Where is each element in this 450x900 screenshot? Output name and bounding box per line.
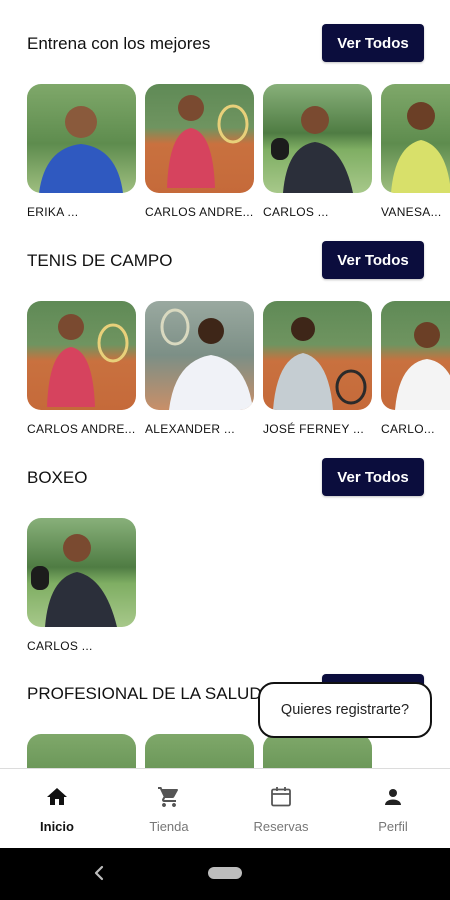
section-title: BOXEO [27,468,88,487]
nav-label: Reservas [253,819,309,834]
trainer-card[interactable] [263,734,373,768]
trainer-card[interactable] [27,734,137,768]
nav-label: Perfil [378,819,408,834]
section-header: BOXEO Ver Todos [0,458,450,498]
section-title: Entrena con los mejores [27,34,211,53]
trainer-carousel[interactable]: ERIKA ... CARLOS ANDRE... CARLOS ... VAN… [0,84,450,234]
section-header: Entrena con los mejores Ver Todos [0,24,450,64]
home-icon [47,788,67,805]
trainer-name: VANESA... [381,205,442,219]
trainer-photo [263,84,372,193]
nav-item-inicio[interactable]: Inicio [1,769,113,849]
trainer-photo [145,734,254,768]
trainer-card[interactable]: CARLOS ANDRE... [27,301,137,436]
trainer-photo [27,734,136,768]
calendar-icon [271,787,291,807]
trainer-carousel[interactable]: CARLOS ... [0,518,450,668]
trainer-photo [381,84,450,193]
nav-item-tienda[interactable]: Tienda [113,769,225,849]
trainer-photo [381,301,450,410]
register-prompt[interactable]: Quieres registrarte? [258,682,432,738]
trainer-carousel[interactable] [0,734,450,768]
trainer-card[interactable]: CARLO... [381,301,450,436]
trainer-card[interactable]: VANESA... [381,84,450,219]
cart-icon [158,787,178,807]
bottom-navigation: Inicio Tienda Reservas Perfil [0,768,450,848]
home-feed[interactable]: Entrena con los mejores Ver Todos ERIKA … [0,0,450,768]
trainer-photo [145,84,254,193]
trainer-card[interactable]: ALEXANDER ... [145,301,255,436]
trainer-name: ERIKA ... [27,205,79,219]
nav-label: Inicio [40,819,74,834]
nav-label: Tienda [149,819,189,834]
trainer-card[interactable] [145,734,255,768]
person-icon [385,789,401,805]
trainer-name: CARLOS ANDRE... [27,422,136,436]
back-icon[interactable] [90,863,110,883]
trainer-card[interactable]: JOSÉ FERNEY ... [263,301,373,436]
home-pill[interactable] [208,867,242,879]
trainer-name: ALEXANDER ... [145,422,235,436]
trainer-card[interactable]: CARLOS ... [27,518,137,653]
section-boxing: BOXEO Ver Todos CARLOS ... [0,458,450,653]
trainer-photo [145,301,254,410]
trainer-photo [27,84,136,193]
view-all-button[interactable]: Ver Todos [322,458,424,496]
trainer-carousel[interactable]: CARLOS ANDRE... ALEXANDER ... JOSÉ FERNE… [0,301,450,451]
trainer-photo [27,301,136,410]
trainer-name: JOSÉ FERNEY ... [263,422,364,436]
section-title: TENIS DE CAMPO [27,251,173,270]
trainer-name: CARLO... [381,422,435,436]
system-navigation-bar [0,848,450,900]
section-header: TENIS DE CAMPO Ver Todos [0,241,450,281]
trainer-card[interactable]: CARLOS ... [263,84,373,219]
trainer-photo [263,734,372,768]
trainer-photo [263,301,372,410]
trainer-name: CARLOS ANDRE... [145,205,254,219]
view-all-button[interactable]: Ver Todos [322,24,424,62]
trainer-card[interactable]: ERIKA ... [27,84,137,219]
view-all-button[interactable]: Ver Todos [322,241,424,279]
section-title: PROFESIONAL DE LA SALUD [27,684,262,703]
trainer-photo [27,518,136,627]
trainer-name: CARLOS ... [263,205,329,219]
nav-item-perfil[interactable]: Perfil [337,769,449,849]
section-tennis: TENIS DE CAMPO Ver Todos CARLOS ANDRE...… [0,241,450,436]
trainer-name: CARLOS ... [27,639,93,653]
trainer-card[interactable]: CARLOS ANDRE... [145,84,255,219]
section-featured: Entrena con los mejores Ver Todos ERIKA … [0,24,450,219]
nav-item-reservas[interactable]: Reservas [225,769,337,849]
